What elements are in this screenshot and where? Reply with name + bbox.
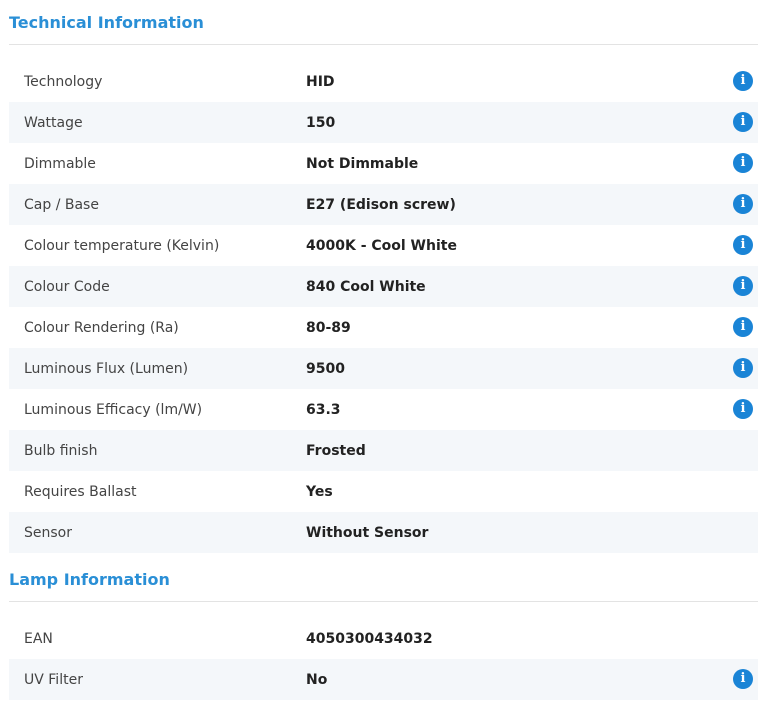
technical-rows: Technology HID i Wattage 150 i Dimmable Not Dim… [9,61,758,553]
row-value: 150 [306,114,336,131]
table-row: EAN 4050300434032 [9,618,758,659]
row-label: Colour Code [24,278,110,295]
table-row: Colour temperature (Kelvin) 4000K - Cool … [9,225,758,266]
row-value: E27 (Edison screw) [306,196,456,213]
row-value: Frosted [306,442,366,459]
lamp-information-section: Lamp Information EAN 4050300434032 UV Filt… [9,557,758,700]
section-title-lamp: Lamp Information [9,557,758,602]
row-value: Without Sensor [306,524,429,541]
info-icon[interactable]: i [733,317,753,337]
row-label: Requires Ballast [24,483,137,500]
table-row: Colour Code 840 Cool White i [9,266,758,307]
info-icon[interactable]: i [733,194,753,214]
table-row: Requires Ballast Yes [9,471,758,512]
row-label: UV Filter [24,671,83,688]
row-label: Bulb finish [24,442,98,459]
table-row: Wattage 150 i [9,102,758,143]
row-value: HID [306,73,335,90]
row-value: 840 Cool White [306,278,426,295]
row-label: Colour temperature (Kelvin) [24,237,220,254]
row-label: Cap / Base [24,196,99,213]
row-label: Luminous Efficacy (lm/W) [24,401,203,418]
table-row: Cap / Base E27 (Edison screw) i [9,184,758,225]
row-value: 4050300434032 [306,630,433,647]
info-icon[interactable]: i [733,235,753,255]
row-value: Not Dimmable [306,155,419,172]
lamp-rows: EAN 4050300434032 UV Filter No i [9,618,758,700]
info-icon[interactable]: i [733,71,753,91]
table-row: Bulb finish Frosted [9,430,758,471]
technical-information-section: Technical Information Technology HID i Watt… [9,0,758,553]
info-icon[interactable]: i [733,358,753,378]
row-value: 63.3 [306,401,341,418]
info-icon[interactable]: i [733,112,753,132]
table-row: UV Filter No i [9,659,758,700]
row-value: 4000K - Cool White [306,237,457,254]
table-row: Dimmable Not Dimmable i [9,143,758,184]
row-value: Yes [306,483,333,500]
row-label: EAN [24,630,53,647]
row-label: Colour Rendering (Ra) [24,319,179,336]
row-label: Luminous Flux (Lumen) [24,360,189,377]
row-label: Wattage [24,114,83,131]
info-icon[interactable]: i [733,669,753,689]
table-row: Luminous Flux (Lumen) 9500 i [9,348,758,389]
info-icon[interactable]: i [733,153,753,173]
info-icon[interactable]: i [733,276,753,296]
table-row: Sensor Without Sensor [9,512,758,553]
table-row: Technology HID i [9,61,758,102]
row-value: 80-89 [306,319,351,336]
table-row: Colour Rendering (Ra) 80-89 i [9,307,758,348]
row-label: Technology [24,73,103,90]
row-label: Sensor [24,524,72,541]
table-row: Luminous Efficacy (lm/W) 63.3 i [9,389,758,430]
row-value: 9500 [306,360,345,377]
row-label: Dimmable [24,155,96,172]
info-icon[interactable]: i [733,399,753,419]
row-value: No [306,671,328,688]
section-title-technical: Technical Information [9,0,758,45]
